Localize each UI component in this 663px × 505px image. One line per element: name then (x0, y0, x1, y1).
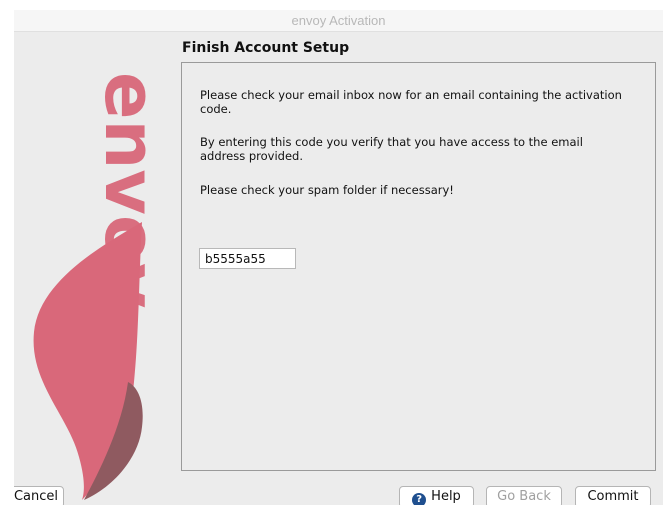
help-button-label: Help (431, 489, 461, 504)
go-back-button[interactable]: Go Back (486, 486, 562, 505)
logo-wordmark: envoy (89, 72, 171, 309)
question-circle-icon: ? (412, 493, 427, 505)
help-button[interactable]: ? Help (399, 486, 474, 505)
activation-code-input[interactable] (199, 248, 296, 269)
commit-button[interactable]: Commit (575, 486, 651, 505)
verification-text: By entering this code you verify that yo… (200, 135, 583, 163)
envoy-logo: envoy (33, 72, 171, 500)
window-title: envoy Activation (14, 10, 663, 32)
cancel-button[interactable]: Cancel (14, 486, 64, 505)
instruction-text: Please check your email inbox now for an… (200, 88, 622, 116)
activation-window: envoy Activation envoy Finish Account Se… (14, 10, 663, 505)
page-heading: Finish Account Setup (182, 40, 350, 56)
spam-folder-text: Please check your spam folder if necessa… (200, 183, 454, 197)
